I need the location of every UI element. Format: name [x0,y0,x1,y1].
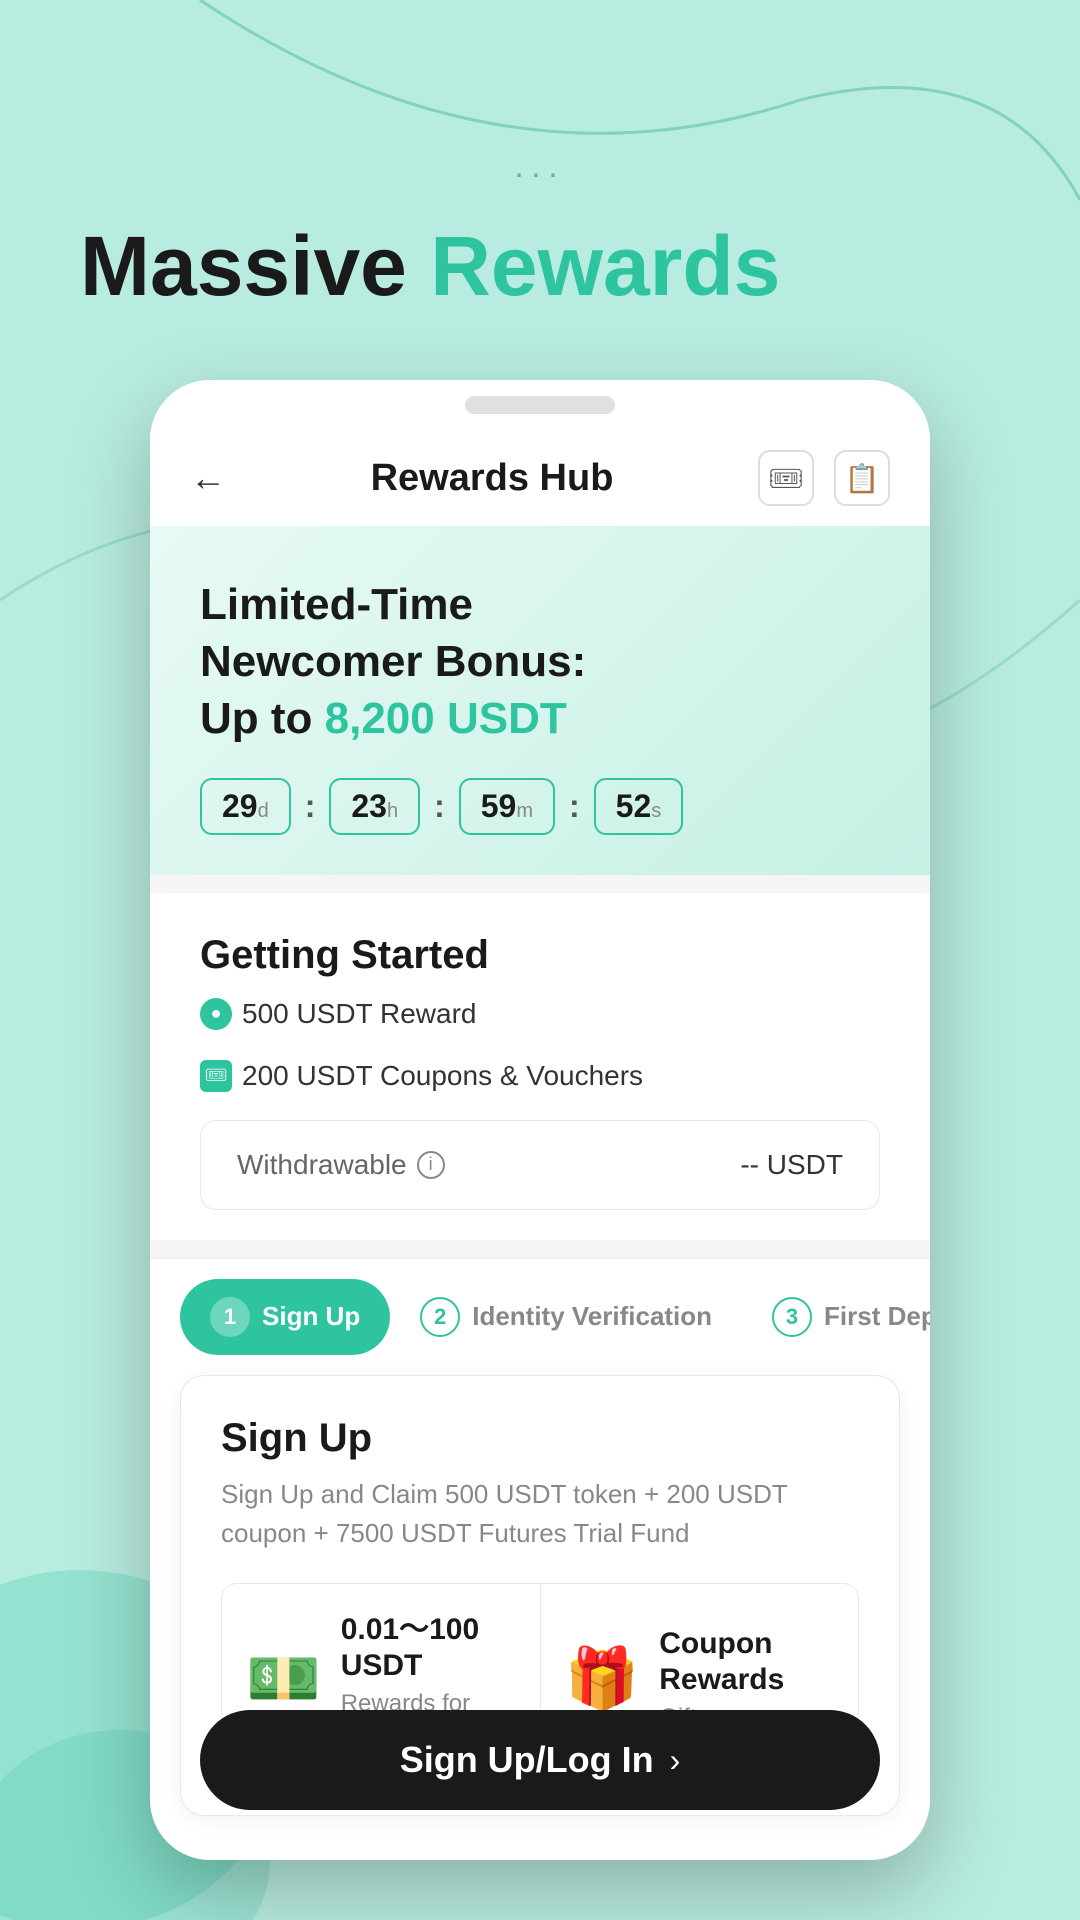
cta-arrow-icon: › [670,1742,681,1779]
reward-coupon-title: CouponRewards [659,1626,784,1698]
page-headline: Massive Rewards [80,220,780,312]
voucher-icon: 🎟 [200,1060,232,1092]
reward-usdt-title: 0.01～100USDT [341,1612,516,1684]
sep2: : [434,788,445,825]
withdrawable-box: Withdrawable i -- USDT [200,1120,880,1210]
tab-identity[interactable]: 2 Identity Verification [390,1279,742,1355]
banner-amount: 8,200 USDT [325,694,567,743]
withdrawable-label: Withdrawable i [237,1149,445,1181]
section-divider-2 [150,1240,930,1258]
getting-started-title: Getting Started [200,933,880,978]
tab-label-identity: Identity Verification [472,1301,712,1332]
tab-num-1: 1 [210,1297,250,1337]
nav-title: Rewards Hub [371,457,614,500]
tab-num-3: 3 [772,1297,812,1337]
tabs-row: 1 Sign Up 2 Identity Verification 3 Firs… [150,1258,930,1375]
phone-mockup: ← Rewards Hub 🎟 📋 Limited-Time Newcomer … [150,380,930,1860]
reward-pill-coupon: 🎟 200 USDT Coupons & Vouchers [200,1060,643,1092]
reward-pills: ● 500 USDT Reward 🎟 200 USDT Coupons & V… [200,998,880,1092]
clipboard-icon-button[interactable]: 📋 [834,450,890,506]
countdown-days: 29d [200,778,291,835]
back-button[interactable]: ← [190,457,226,499]
notch [465,396,615,414]
getting-started-section: Getting Started ● 500 USDT Reward 🎟 200 … [150,893,930,1240]
banner-title: Limited-Time Newcomer Bonus: Up to 8,200… [200,576,880,748]
banner-section: Limited-Time Newcomer Bonus: Up to 8,200… [150,526,930,875]
tab-signup[interactable]: 1 Sign Up [180,1279,390,1355]
coupon-icon-button[interactable]: 🎟 [758,450,814,506]
cash-icon: 💵 [246,1643,321,1714]
usdt-icon: ● [200,998,232,1030]
countdown-seconds: 52s [594,778,684,835]
countdown-minutes: 59m [459,778,555,835]
countdown-hours: 23h [329,778,420,835]
signup-card-title: Sign Up [221,1416,859,1461]
decorative-dots: ... [515,148,566,185]
tab-label-deposit: First Deposit [824,1301,930,1332]
sep3: : [569,788,580,825]
tab-deposit[interactable]: 3 First Deposit [742,1279,930,1355]
countdown-timer: 29d : 23h : 59m : 52s [200,778,880,835]
sep1: : [305,788,316,825]
signup-card-desc: Sign Up and Claim 500 USDT token + 200 U… [221,1475,859,1553]
status-bar [150,380,930,430]
reward-pill-usdt: ● 500 USDT Reward [200,998,476,1030]
tab-num-2: 2 [420,1297,460,1337]
cta-button[interactable]: Sign Up/Log In › [200,1710,880,1810]
nav-actions: 🎟 📋 [758,450,890,506]
info-icon[interactable]: i [417,1151,445,1179]
tab-label-signup: Sign Up [262,1301,360,1332]
section-divider [150,875,930,893]
nav-bar: ← Rewards Hub 🎟 📋 [150,430,930,526]
gift-icon: 🎁 [565,1643,640,1714]
cta-label: Sign Up/Log In [400,1739,654,1781]
withdrawable-value: -- USDT [740,1149,843,1181]
